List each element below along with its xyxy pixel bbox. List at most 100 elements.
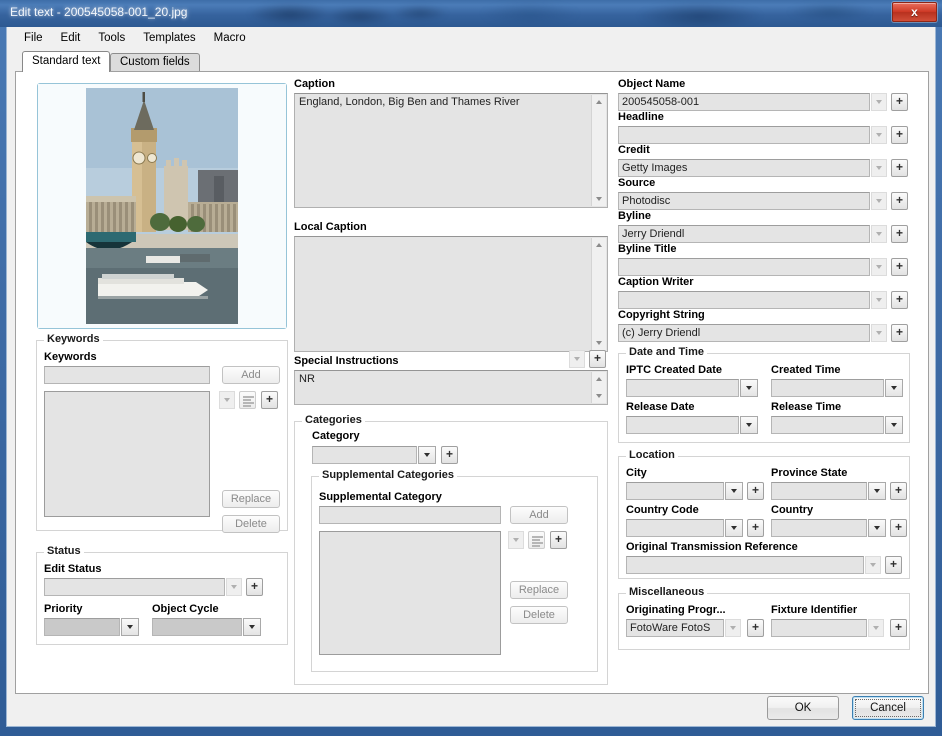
special-instructions-plus-icon[interactable]: +: [589, 350, 606, 368]
copyright-string-plus-icon[interactable]: +: [891, 324, 908, 342]
special-instructions-scrollbar[interactable]: [591, 372, 606, 403]
keywords-delete-button[interactable]: Delete: [222, 515, 280, 533]
object-name-dropdown-icon[interactable]: [871, 93, 887, 111]
category-plus-icon[interactable]: +: [441, 446, 458, 464]
province-state-dropdown-icon[interactable]: [868, 482, 886, 500]
supplemental-dropdown-icon[interactable]: [508, 531, 524, 549]
keywords-add-button[interactable]: Add: [222, 366, 280, 384]
priority-dropdown-icon[interactable]: [121, 618, 139, 636]
special-instructions-scroll-up-icon[interactable]: [592, 372, 607, 387]
menu-item-templates[interactable]: Templates: [134, 29, 204, 47]
copyright-string-dropdown-icon[interactable]: [871, 324, 887, 342]
keywords-plus-icon[interactable]: +: [261, 391, 278, 409]
object-cycle-input[interactable]: [152, 618, 242, 636]
headline-input[interactable]: [618, 126, 870, 144]
caption-writer-input[interactable]: [618, 291, 870, 309]
supplemental-listbox[interactable]: [319, 531, 501, 655]
byline-title-dropdown-icon[interactable]: [871, 258, 887, 276]
ok-button[interactable]: OK: [767, 696, 839, 720]
country-code-input[interactable]: [626, 519, 724, 537]
credit-dropdown-icon[interactable]: [871, 159, 887, 177]
special-instructions-dropdown-icon[interactable]: [569, 350, 585, 368]
special-instructions-scroll-down-icon[interactable]: [592, 388, 607, 403]
country-code-dropdown-icon[interactable]: [725, 519, 743, 537]
supplemental-delete-button[interactable]: Delete: [510, 606, 568, 624]
object-name-plus-icon[interactable]: +: [891, 93, 908, 111]
release-time-dropdown-icon[interactable]: [885, 416, 903, 434]
release-date-dropdown-icon[interactable]: [740, 416, 758, 434]
supplemental-category-input[interactable]: [319, 506, 501, 524]
fixture-identifier-dropdown-icon[interactable]: [868, 619, 884, 637]
country-plus-icon[interactable]: +: [890, 519, 907, 537]
local-caption-scrollbar[interactable]: [591, 238, 606, 350]
copyright-string-input[interactable]: (c) Jerry Driendl: [618, 324, 870, 342]
keywords-replace-button[interactable]: Replace: [222, 490, 280, 508]
local-caption-textarea[interactable]: [294, 236, 608, 352]
supplemental-replace-button[interactable]: Replace: [510, 581, 568, 599]
menu-item-file[interactable]: File: [15, 29, 52, 47]
byline-plus-icon[interactable]: +: [891, 225, 908, 243]
headline-plus-icon[interactable]: +: [891, 126, 908, 144]
caption-scroll-up-icon[interactable]: [592, 95, 607, 110]
caption-writer-dropdown-icon[interactable]: [871, 291, 887, 309]
original-transmission-reference-input[interactable]: [626, 556, 864, 574]
byline-dropdown-icon[interactable]: [871, 225, 887, 243]
tab-custom-fields[interactable]: Custom fields: [110, 53, 200, 71]
byline-title-plus-icon[interactable]: +: [891, 258, 908, 276]
byline-input[interactable]: Jerry Driendl: [618, 225, 870, 243]
city-input[interactable]: [626, 482, 724, 500]
menu-item-edit[interactable]: Edit: [52, 29, 90, 47]
province-state-input[interactable]: [771, 482, 867, 500]
fixture-identifier-input[interactable]: [771, 619, 867, 637]
local-caption-scroll-down-icon[interactable]: [592, 335, 607, 350]
headline-dropdown-icon[interactable]: [871, 126, 887, 144]
keywords-listbox[interactable]: [44, 391, 210, 517]
fixture-identifier-plus-icon[interactable]: +: [890, 619, 907, 637]
keywords-list-icon[interactable]: [239, 391, 256, 409]
city-dropdown-icon[interactable]: [725, 482, 743, 500]
credit-plus-icon[interactable]: +: [891, 159, 908, 177]
iptc-created-date-dropdown-icon[interactable]: [740, 379, 758, 397]
local-caption-scroll-up-icon[interactable]: [592, 238, 607, 253]
object-name-input[interactable]: 200545058-001: [618, 93, 870, 111]
source-dropdown-icon[interactable]: [871, 192, 887, 210]
credit-input[interactable]: Getty Images: [618, 159, 870, 177]
edit-status-input[interactable]: [44, 578, 225, 596]
edit-status-dropdown-icon[interactable]: [226, 578, 242, 596]
otr-dropdown-icon[interactable]: [865, 556, 881, 574]
country-dropdown-icon[interactable]: [868, 519, 886, 537]
image-preview[interactable]: [37, 83, 287, 329]
category-input[interactable]: [312, 446, 417, 464]
menu-item-tools[interactable]: Tools: [89, 29, 134, 47]
release-time-input[interactable]: [771, 416, 884, 434]
otr-plus-icon[interactable]: +: [885, 556, 902, 574]
keywords-input[interactable]: [44, 366, 210, 384]
byline-title-input[interactable]: [618, 258, 870, 276]
release-date-input[interactable]: [626, 416, 739, 434]
originating-program-plus-icon[interactable]: +: [747, 619, 764, 637]
cancel-button[interactable]: Cancel: [852, 696, 924, 720]
caption-scrollbar[interactable]: [591, 95, 606, 206]
source-input[interactable]: Photodisc: [618, 192, 870, 210]
priority-input[interactable]: [44, 618, 120, 636]
caption-writer-plus-icon[interactable]: +: [891, 291, 908, 309]
menu-item-macro[interactable]: Macro: [205, 29, 255, 47]
originating-program-dropdown-icon[interactable]: [725, 619, 741, 637]
supplemental-plus-icon[interactable]: +: [550, 531, 567, 549]
object-cycle-dropdown-icon[interactable]: [243, 618, 261, 636]
close-icon[interactable]: x: [892, 2, 937, 22]
supplemental-list-icon[interactable]: [528, 531, 545, 549]
country-code-plus-icon[interactable]: +: [747, 519, 764, 537]
iptc-created-date-input[interactable]: [626, 379, 739, 397]
special-instructions-textarea[interactable]: NR: [294, 370, 608, 405]
province-state-plus-icon[interactable]: +: [890, 482, 907, 500]
created-time-dropdown-icon[interactable]: [885, 379, 903, 397]
country-input[interactable]: [771, 519, 867, 537]
edit-status-plus-icon[interactable]: +: [246, 578, 263, 596]
supplemental-add-button[interactable]: Add: [510, 506, 568, 524]
caption-scroll-down-icon[interactable]: [592, 191, 607, 206]
source-plus-icon[interactable]: +: [891, 192, 908, 210]
tab-standard-text[interactable]: Standard text: [22, 51, 111, 72]
keywords-dropdown-icon[interactable]: [219, 391, 235, 409]
caption-textarea[interactable]: England, London, Big Ben and Thames Rive…: [294, 93, 608, 208]
